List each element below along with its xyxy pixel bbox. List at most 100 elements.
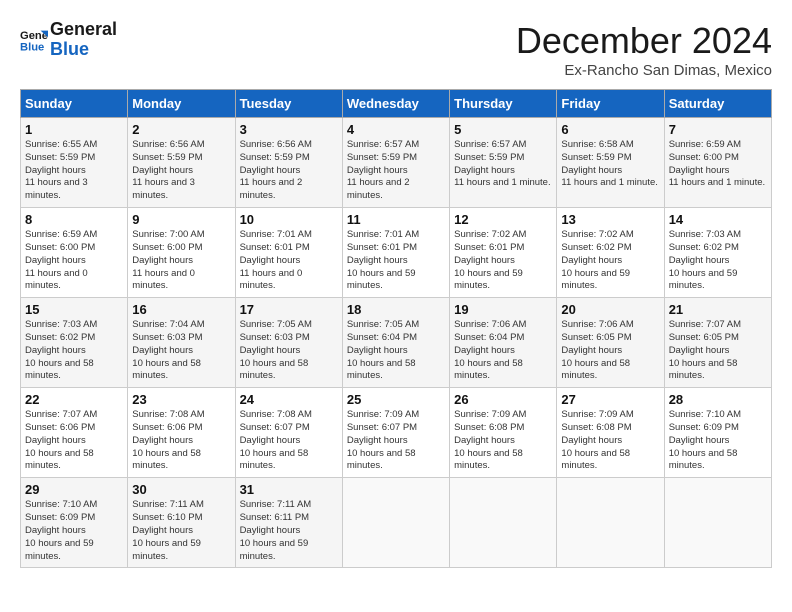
logo-line2: Blue — [50, 40, 117, 60]
day-number: 2 — [132, 122, 230, 137]
cell-info: Sunrise: 7:04 AM Sunset: 6:03 PM Dayligh… — [132, 319, 230, 383]
cell-info: Sunrise: 6:58 AM Sunset: 5:59 PM Dayligh… — [561, 139, 659, 190]
cell-info: Sunrise: 7:06 AM Sunset: 6:04 PM Dayligh… — [454, 319, 552, 383]
calendar-cell: 23 Sunrise: 7:08 AM Sunset: 6:06 PM Dayl… — [128, 388, 235, 478]
month-title: December 2024 — [516, 20, 772, 62]
calendar-cell: 22 Sunrise: 7:07 AM Sunset: 6:06 PM Dayl… — [21, 388, 128, 478]
cell-info: Sunrise: 7:00 AM Sunset: 6:00 PM Dayligh… — [132, 229, 230, 293]
calendar-cell: 18 Sunrise: 7:05 AM Sunset: 6:04 PM Dayl… — [342, 298, 449, 388]
cell-info: Sunrise: 6:59 AM Sunset: 6:00 PM Dayligh… — [669, 139, 767, 190]
day-number: 16 — [132, 302, 230, 317]
cell-info: Sunrise: 7:03 AM Sunset: 6:02 PM Dayligh… — [669, 229, 767, 293]
day-number: 8 — [25, 212, 123, 227]
day-number: 26 — [454, 392, 552, 407]
logo: General Blue General Blue — [20, 20, 117, 60]
week-row-1: 1 Sunrise: 6:55 AM Sunset: 5:59 PM Dayli… — [21, 118, 772, 208]
day-number: 7 — [669, 122, 767, 137]
header-day-friday: Friday — [557, 90, 664, 118]
cell-info: Sunrise: 7:10 AM Sunset: 6:09 PM Dayligh… — [669, 409, 767, 473]
calendar-cell: 19 Sunrise: 7:06 AM Sunset: 6:04 PM Dayl… — [450, 298, 557, 388]
cell-info: Sunrise: 7:08 AM Sunset: 6:07 PM Dayligh… — [240, 409, 338, 473]
header-day-thursday: Thursday — [450, 90, 557, 118]
cell-info: Sunrise: 7:05 AM Sunset: 6:04 PM Dayligh… — [347, 319, 445, 383]
calendar-cell: 11 Sunrise: 7:01 AM Sunset: 6:01 PM Dayl… — [342, 208, 449, 298]
day-number: 13 — [561, 212, 659, 227]
cell-info: Sunrise: 7:01 AM Sunset: 6:01 PM Dayligh… — [347, 229, 445, 293]
day-number: 22 — [25, 392, 123, 407]
calendar-cell: 5 Sunrise: 6:57 AM Sunset: 5:59 PM Dayli… — [450, 118, 557, 208]
week-row-2: 8 Sunrise: 6:59 AM Sunset: 6:00 PM Dayli… — [21, 208, 772, 298]
cell-info: Sunrise: 7:03 AM Sunset: 6:02 PM Dayligh… — [25, 319, 123, 383]
location-title: Ex-Rancho San Dimas, Mexico — [516, 62, 772, 79]
calendar-table: SundayMondayTuesdayWednesdayThursdayFrid… — [20, 89, 772, 568]
calendar-cell: 15 Sunrise: 7:03 AM Sunset: 6:02 PM Dayl… — [21, 298, 128, 388]
calendar-cell: 6 Sunrise: 6:58 AM Sunset: 5:59 PM Dayli… — [557, 118, 664, 208]
day-number: 1 — [25, 122, 123, 137]
calendar-cell: 8 Sunrise: 6:59 AM Sunset: 6:00 PM Dayli… — [21, 208, 128, 298]
calendar-cell: 7 Sunrise: 6:59 AM Sunset: 6:00 PM Dayli… — [664, 118, 771, 208]
cell-info: Sunrise: 6:57 AM Sunset: 5:59 PM Dayligh… — [347, 139, 445, 203]
calendar-cell: 25 Sunrise: 7:09 AM Sunset: 6:07 PM Dayl… — [342, 388, 449, 478]
calendar-cell — [664, 478, 771, 568]
svg-text:Blue: Blue — [20, 41, 44, 53]
calendar-cell: 16 Sunrise: 7:04 AM Sunset: 6:03 PM Dayl… — [128, 298, 235, 388]
cell-info: Sunrise: 7:10 AM Sunset: 6:09 PM Dayligh… — [25, 499, 123, 563]
calendar-cell: 24 Sunrise: 7:08 AM Sunset: 6:07 PM Dayl… — [235, 388, 342, 478]
day-number: 11 — [347, 212, 445, 227]
calendar-cell: 14 Sunrise: 7:03 AM Sunset: 6:02 PM Dayl… — [664, 208, 771, 298]
day-number: 4 — [347, 122, 445, 137]
day-number: 27 — [561, 392, 659, 407]
week-row-3: 15 Sunrise: 7:03 AM Sunset: 6:02 PM Dayl… — [21, 298, 772, 388]
day-number: 3 — [240, 122, 338, 137]
day-number: 21 — [669, 302, 767, 317]
cell-info: Sunrise: 7:09 AM Sunset: 6:07 PM Dayligh… — [347, 409, 445, 473]
cell-info: Sunrise: 6:59 AM Sunset: 6:00 PM Dayligh… — [25, 229, 123, 293]
cell-info: Sunrise: 6:56 AM Sunset: 5:59 PM Dayligh… — [132, 139, 230, 203]
logo-icon: General Blue — [20, 26, 48, 54]
day-number: 18 — [347, 302, 445, 317]
logo-line1: General — [50, 20, 117, 40]
calendar-cell: 21 Sunrise: 7:07 AM Sunset: 6:05 PM Dayl… — [664, 298, 771, 388]
calendar-cell — [450, 478, 557, 568]
cell-info: Sunrise: 6:57 AM Sunset: 5:59 PM Dayligh… — [454, 139, 552, 190]
calendar-cell: 27 Sunrise: 7:09 AM Sunset: 6:08 PM Dayl… — [557, 388, 664, 478]
week-row-4: 22 Sunrise: 7:07 AM Sunset: 6:06 PM Dayl… — [21, 388, 772, 478]
cell-info: Sunrise: 7:09 AM Sunset: 6:08 PM Dayligh… — [454, 409, 552, 473]
day-number: 12 — [454, 212, 552, 227]
day-number: 31 — [240, 482, 338, 497]
calendar-cell: 13 Sunrise: 7:02 AM Sunset: 6:02 PM Dayl… — [557, 208, 664, 298]
cell-info: Sunrise: 7:11 AM Sunset: 6:10 PM Dayligh… — [132, 499, 230, 563]
cell-info: Sunrise: 7:01 AM Sunset: 6:01 PM Dayligh… — [240, 229, 338, 293]
header: General Blue General Blue December 2024 … — [20, 20, 772, 79]
cell-info: Sunrise: 7:02 AM Sunset: 6:01 PM Dayligh… — [454, 229, 552, 293]
header-day-monday: Monday — [128, 90, 235, 118]
cell-info: Sunrise: 6:55 AM Sunset: 5:59 PM Dayligh… — [25, 139, 123, 203]
calendar-cell: 28 Sunrise: 7:10 AM Sunset: 6:09 PM Dayl… — [664, 388, 771, 478]
calendar-cell — [342, 478, 449, 568]
cell-info: Sunrise: 7:07 AM Sunset: 6:06 PM Dayligh… — [25, 409, 123, 473]
calendar-cell: 31 Sunrise: 7:11 AM Sunset: 6:11 PM Dayl… — [235, 478, 342, 568]
header-day-tuesday: Tuesday — [235, 90, 342, 118]
week-row-5: 29 Sunrise: 7:10 AM Sunset: 6:09 PM Dayl… — [21, 478, 772, 568]
day-number: 14 — [669, 212, 767, 227]
day-number: 25 — [347, 392, 445, 407]
day-number: 20 — [561, 302, 659, 317]
cell-info: Sunrise: 6:56 AM Sunset: 5:59 PM Dayligh… — [240, 139, 338, 203]
calendar-cell: 12 Sunrise: 7:02 AM Sunset: 6:01 PM Dayl… — [450, 208, 557, 298]
day-number: 30 — [132, 482, 230, 497]
title-area: December 2024 Ex-Rancho San Dimas, Mexic… — [516, 20, 772, 79]
day-number: 19 — [454, 302, 552, 317]
day-number: 5 — [454, 122, 552, 137]
header-day-saturday: Saturday — [664, 90, 771, 118]
cell-info: Sunrise: 7:02 AM Sunset: 6:02 PM Dayligh… — [561, 229, 659, 293]
calendar-cell: 2 Sunrise: 6:56 AM Sunset: 5:59 PM Dayli… — [128, 118, 235, 208]
calendar-cell: 1 Sunrise: 6:55 AM Sunset: 5:59 PM Dayli… — [21, 118, 128, 208]
day-number: 10 — [240, 212, 338, 227]
calendar-cell: 10 Sunrise: 7:01 AM Sunset: 6:01 PM Dayl… — [235, 208, 342, 298]
header-day-sunday: Sunday — [21, 90, 128, 118]
calendar-cell: 17 Sunrise: 7:05 AM Sunset: 6:03 PM Dayl… — [235, 298, 342, 388]
calendar-cell: 26 Sunrise: 7:09 AM Sunset: 6:08 PM Dayl… — [450, 388, 557, 478]
header-row: SundayMondayTuesdayWednesdayThursdayFrid… — [21, 90, 772, 118]
cell-info: Sunrise: 7:11 AM Sunset: 6:11 PM Dayligh… — [240, 499, 338, 563]
cell-info: Sunrise: 7:08 AM Sunset: 6:06 PM Dayligh… — [132, 409, 230, 473]
